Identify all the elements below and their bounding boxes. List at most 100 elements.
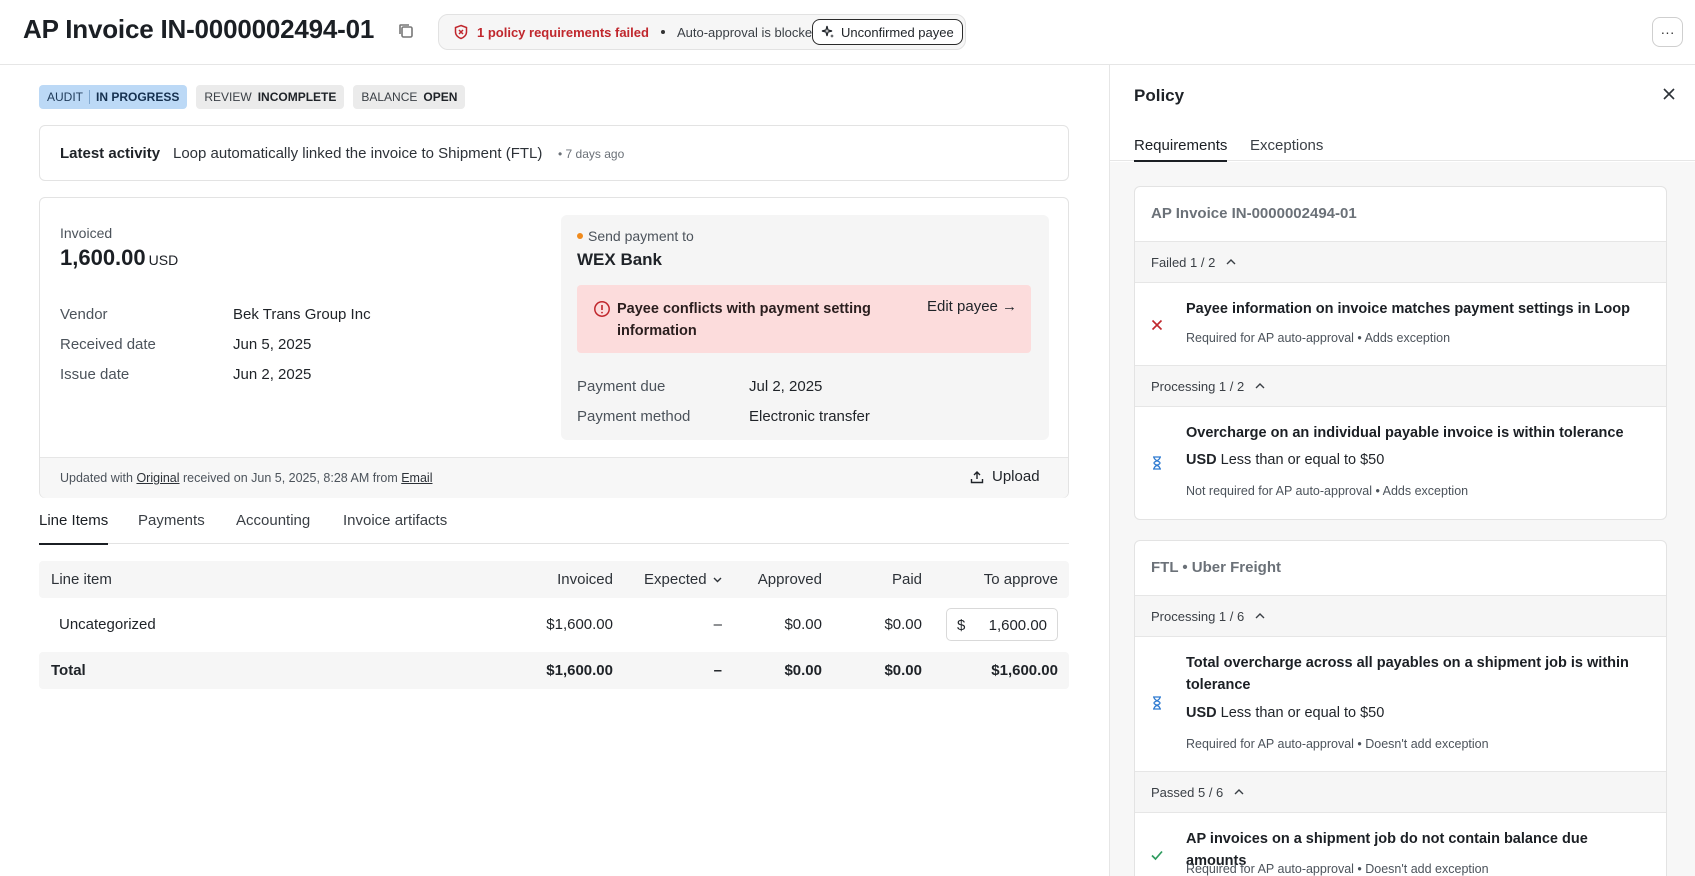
chevron-up-icon	[1234, 789, 1244, 795]
send-payment-text: Send payment to	[588, 228, 694, 244]
sparkle-icon	[821, 25, 834, 38]
shield-x-icon	[454, 24, 468, 40]
cell-expected: –	[713, 616, 722, 633]
updated-prefix: Updated with	[60, 471, 133, 485]
requirement-item[interactable]: Total overcharge across all payables on …	[1135, 637, 1666, 772]
col-expected[interactable]: Expected	[644, 571, 723, 588]
invoice-policy-group: AP Invoice IN-0000002494-01 Failed 1 / 2…	[1134, 186, 1667, 520]
total-invoiced: $1,600.00	[546, 662, 613, 679]
payment-due-value: Jul 2, 2025	[749, 378, 823, 395]
payment-due-label: Payment due	[577, 378, 666, 395]
to-approve-currency: $	[957, 617, 966, 634]
chevron-up-icon	[1226, 259, 1236, 265]
page-title: AP Invoice IN-0000002494-01	[23, 14, 375, 44]
upload-label: Upload	[992, 468, 1040, 485]
shipment-policy-group: FTL • Uber Freight Processing 1 / 6 Tota…	[1134, 540, 1667, 876]
col-line-item: Line item	[51, 571, 112, 588]
separator-dot	[660, 30, 665, 34]
requirement-title: Overcharge on an individual payable invo…	[1186, 425, 1624, 441]
policy-status-pill[interactable]: 1 policy requirements failed Auto-approv…	[438, 14, 966, 50]
hourglass-icon	[1153, 696, 1161, 710]
group-title: FTL • Uber Freight	[1135, 541, 1666, 596]
received-on-text: received on Jun 5, 2025, 8:28 AM from	[183, 471, 398, 485]
requirement-note: Required for AP auto-approval • Doesn't …	[1186, 737, 1489, 751]
col-expected-label: Expected	[644, 571, 707, 588]
total-to-approve: $1,600.00	[991, 662, 1058, 679]
processing-section-toggle[interactable]: Processing 1 / 2	[1135, 366, 1666, 407]
activity-message: Loop automatically linked the invoice to…	[173, 145, 543, 162]
status-badges: AUDIT IN PROGRESS REVIEW INCOMPLETE BALA…	[39, 85, 466, 109]
requirement-threshold: USD Less than or equal to $50	[1186, 452, 1384, 468]
close-icon[interactable]	[1660, 85, 1678, 103]
amount-value: 1,600.00	[60, 245, 146, 270]
payment-method-value: Electronic transfer	[749, 408, 870, 425]
audit-status-badge: AUDIT IN PROGRESS	[39, 85, 188, 109]
badge-key: REVIEW	[204, 90, 252, 104]
conflict-message: Payee conflicts with payment setting inf…	[617, 301, 871, 339]
panel-title: Policy	[1134, 86, 1185, 105]
tab-line-items[interactable]: Line Items	[39, 512, 109, 545]
invoiced-label: Invoiced	[60, 225, 113, 241]
total-label: Total	[51, 662, 86, 679]
tab-requirements[interactable]: Requirements	[1134, 137, 1228, 162]
x-fail-icon	[1151, 319, 1163, 331]
requirement-note: Required for AP auto-approval • Doesn't …	[1186, 862, 1489, 876]
col-paid: Paid	[891, 571, 922, 588]
requirement-note: Required for AP auto-approval • Adds exc…	[1186, 331, 1451, 345]
tab-invoice-artifacts[interactable]: Invoice artifacts	[343, 512, 447, 544]
received-date-label: Received date	[60, 336, 156, 353]
col-approved: Approved	[757, 571, 822, 588]
total-row: Total $1,600.00 – $0.00 $0.00 $1,600.00	[39, 652, 1069, 689]
cell-invoiced: $1,600.00	[546, 616, 613, 633]
received-date-value: Jun 5, 2025	[233, 336, 312, 353]
badge-value: IN PROGRESS	[96, 90, 180, 104]
col-to-approve: To approve	[983, 571, 1058, 588]
upload-button[interactable]: Upload	[970, 468, 1040, 485]
issue-date-label: Issue date	[60, 366, 130, 383]
failed-section-toggle[interactable]: Failed 1 / 2	[1135, 242, 1666, 283]
original-link[interactable]: Original	[136, 471, 179, 485]
vendor-label: Vendor	[60, 306, 108, 323]
payment-method-label: Payment method	[577, 408, 691, 425]
tab-accounting[interactable]: Accounting	[236, 512, 310, 544]
copy-icon[interactable]	[397, 22, 415, 40]
policy-panel: Policy Requirements Exceptions AP Invoic…	[1109, 65, 1695, 876]
badge-value: OPEN	[423, 90, 458, 104]
email-link[interactable]: Email	[401, 471, 432, 485]
unconfirmed-payee-button[interactable]: Unconfirmed payee	[812, 19, 963, 45]
failed-count: Failed 1 / 2	[1151, 254, 1216, 270]
tab-exceptions[interactable]: Exceptions	[1250, 137, 1323, 161]
processing-section-toggle[interactable]: Processing 1 / 6	[1135, 596, 1666, 637]
requirement-item[interactable]: Payee information on invoice matches pay…	[1135, 283, 1666, 366]
passed-section-toggle[interactable]: Passed 5 / 6	[1135, 772, 1666, 813]
more-options-button[interactable]: ···	[1652, 17, 1683, 47]
badge-key: AUDIT	[47, 90, 83, 104]
hourglass-icon	[1153, 456, 1161, 470]
badge-key: BALANCE	[361, 90, 418, 104]
latest-activity-card: Latest activity Loop automatically linke…	[39, 125, 1069, 181]
requirement-threshold: USD Less than or equal to $50	[1186, 705, 1384, 721]
chevron-down-icon	[713, 577, 722, 583]
threshold-text: Less than or equal to $50	[1220, 452, 1385, 468]
tab-payments[interactable]: Payments	[138, 512, 205, 544]
total-paid: $0.00	[884, 662, 922, 679]
total-expected: –	[713, 662, 722, 679]
to-approve-input[interactable]: $ 1,600.00	[946, 608, 1058, 641]
badge-value: INCOMPLETE	[257, 90, 337, 104]
send-payment-label: Send payment to	[577, 228, 694, 244]
activity-label: Latest activity	[60, 145, 161, 162]
cell-approved: $0.00	[784, 616, 822, 633]
balance-status-badge: BALANCE OPEN	[353, 85, 466, 109]
chevron-up-icon	[1255, 613, 1265, 619]
group-title: AP Invoice IN-0000002494-01	[1135, 187, 1666, 242]
policy-fail-summary: 1 policy requirements failed Auto-approv…	[453, 24, 819, 40]
edit-payee-link[interactable]: Edit payee →	[927, 298, 1017, 315]
payee-bank: WEX Bank	[577, 250, 663, 269]
auto-approval-text: Auto-approval is blocked	[676, 24, 820, 40]
requirement-item[interactable]: AP invoices on a shipment job do not con…	[1135, 813, 1666, 876]
requirement-item[interactable]: Overcharge on an individual payable invo…	[1135, 407, 1666, 519]
line-items-header: Line item Invoiced Expected Approved Pai…	[39, 561, 1069, 598]
to-approve-value: 1,600.00	[988, 617, 1047, 634]
payee-conflict-alert: Payee conflicts with payment setting inf…	[577, 285, 1031, 353]
threshold-text: Less than or equal to $50	[1220, 705, 1385, 721]
